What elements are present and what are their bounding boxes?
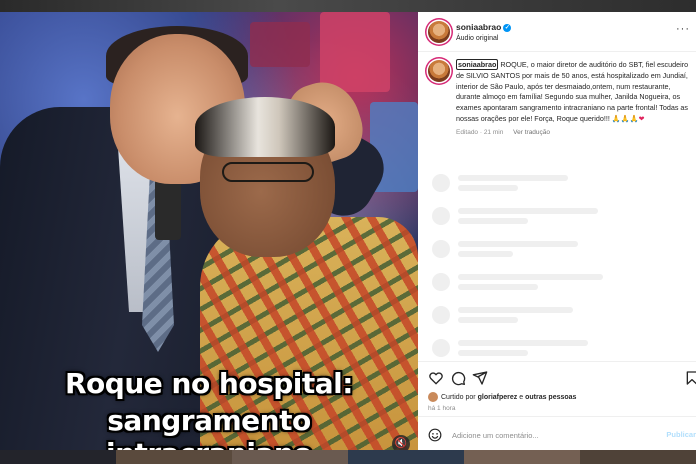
share-icon[interactable] <box>472 370 488 386</box>
video-caption-line-1: Roque no hospital: <box>65 367 353 400</box>
emoji-icon[interactable] <box>428 428 442 442</box>
skeleton-line <box>458 218 528 224</box>
skeleton-line <box>458 340 588 346</box>
comment-composer: Publicar <box>418 416 696 451</box>
comment-emoji: 🙏🙏🙏❤ <box>609 113 645 123</box>
avatar[interactable] <box>428 21 450 43</box>
bookmark-icon[interactable] <box>684 370 696 386</box>
speaker-muted-icon[interactable]: 🔇 <box>392 435 410 450</box>
stage-light <box>320 12 390 92</box>
skeleton-row <box>432 271 682 301</box>
photo-hair-2 <box>195 97 335 157</box>
skeleton-line <box>458 251 513 257</box>
skeleton-line <box>458 208 598 214</box>
username-text[interactable]: soniaabrao <box>456 22 501 32</box>
skeleton-avatar <box>432 339 450 357</box>
skeleton-avatar <box>432 306 450 324</box>
comment-meta: Editado · 21 min Ver tradução <box>456 129 690 136</box>
audio-label[interactable]: Áudio original <box>456 35 498 42</box>
skeleton-row <box>432 238 682 268</box>
comment-text-block: soniaabrao ROQUE, o maior diretor de aud… <box>456 59 690 125</box>
post-actions: Curtido por gloriafperez e outras pessoa… <box>418 361 696 450</box>
skeleton-avatar <box>432 240 450 258</box>
see-translation-link[interactable]: Ver tradução <box>513 129 550 136</box>
caption-comment: soniaabrao ROQUE, o maior diretor de aud… <box>428 59 690 136</box>
more-options-icon[interactable]: ··· <box>676 23 690 35</box>
liked-and: e <box>519 393 524 401</box>
skeleton-line <box>458 175 568 181</box>
skeleton-line <box>458 185 518 191</box>
liked-by: Curtido por gloriafperez e outras pessoa… <box>428 392 576 402</box>
skeleton-line <box>458 307 573 313</box>
skeleton-row <box>432 205 682 235</box>
post-side-panel: soniaabrao ✓ Áudio original ··· soniaabra… <box>418 12 696 450</box>
heart-icon[interactable] <box>428 370 444 386</box>
post-username[interactable]: soniaabrao ✓ <box>456 22 512 32</box>
photo-glasses <box>222 162 314 182</box>
stage-light <box>250 22 310 67</box>
post-time[interactable]: há 1 hora <box>428 405 455 412</box>
skeleton-line <box>458 350 528 356</box>
background-feed-strip <box>0 450 696 464</box>
publish-button[interactable]: Publicar <box>666 430 696 439</box>
comment-input[interactable] <box>452 426 652 444</box>
skeleton-avatar <box>432 273 450 291</box>
post-header: soniaabrao ✓ Áudio original ··· <box>418 12 696 52</box>
skeleton-line <box>458 274 603 280</box>
skeleton-line <box>458 241 578 247</box>
skeleton-avatar <box>432 174 450 192</box>
liked-user-link[interactable]: gloriafperez <box>478 394 518 401</box>
skeleton-line <box>458 317 518 323</box>
comment-username[interactable]: soniaabrao <box>456 59 499 70</box>
skeleton-avatar <box>432 207 450 225</box>
avatar[interactable] <box>428 60 450 82</box>
skeleton-line <box>458 284 538 290</box>
liked-prefix: Curtido por <box>441 393 476 401</box>
liked-others-link[interactable]: outras pessoas <box>525 394 576 401</box>
skeleton-row <box>432 172 682 202</box>
comment-icon[interactable] <box>450 370 466 386</box>
liked-by-avatar[interactable] <box>428 392 438 402</box>
post-media[interactable]: Roque no hospital: sangramento intracran… <box>0 12 418 450</box>
video-caption-line-2: sangramento intracraniano <box>106 404 313 450</box>
skeleton-row <box>432 304 682 334</box>
edited-time: Editado · 21 min <box>456 128 504 136</box>
verified-badge-icon: ✓ <box>503 23 512 32</box>
